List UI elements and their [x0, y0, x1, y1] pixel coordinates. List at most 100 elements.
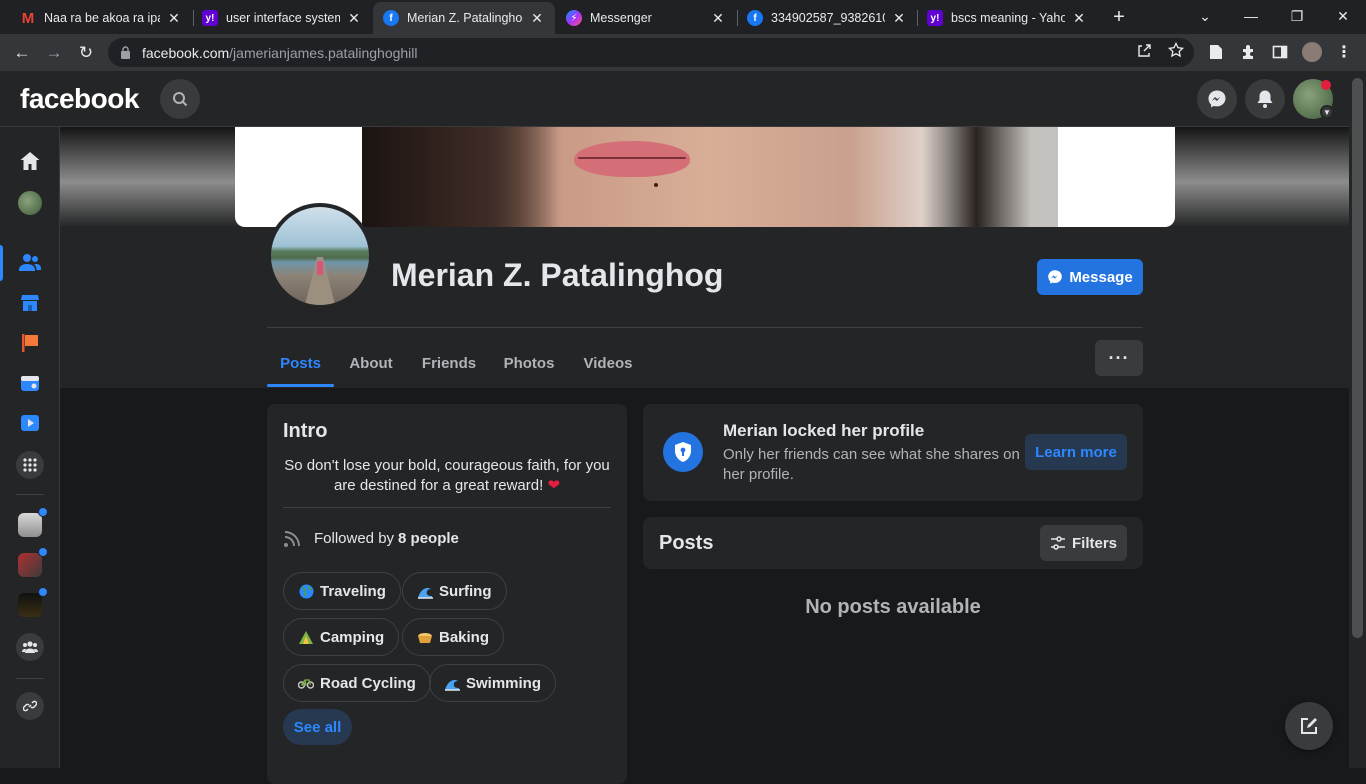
cover-photo-lips: [574, 141, 690, 177]
hobby-chip[interactable]: Road Cycling: [283, 664, 431, 702]
browser-menu-icon[interactable]: ⋮: [1334, 42, 1354, 62]
close-tab-icon[interactable]: ✕: [891, 10, 907, 26]
browser-tab-bar: M Naa ra be akoa ra ipas ✕ y! user inter…: [0, 0, 1366, 34]
notification-dot: [1321, 80, 1331, 90]
see-all-button[interactable]: See all: [283, 709, 352, 745]
profile-header: Merian Z. Patalinghog Message Posts Abou…: [60, 127, 1349, 388]
share-icon[interactable]: [1136, 42, 1152, 62]
facebook-header: facebook ▼: [0, 71, 1366, 127]
close-tab-icon[interactable]: ✕: [346, 10, 362, 26]
close-tab-icon[interactable]: ✕: [529, 10, 545, 26]
back-icon[interactable]: ←: [8, 39, 36, 67]
profile-avatar-icon[interactable]: [1302, 42, 1322, 62]
close-tab-icon[interactable]: ✕: [166, 10, 182, 26]
filters-icon: [1050, 536, 1065, 550]
reading-list-icon[interactable]: [1206, 42, 1226, 62]
tab-title: user interface system: [226, 11, 340, 25]
forward-icon[interactable]: →: [40, 39, 68, 67]
active-tab-underline: [267, 384, 334, 387]
yahoo-icon: y!: [927, 10, 943, 26]
cover-photo[interactable]: [235, 127, 1175, 227]
scrollbar-thumb[interactable]: [1352, 78, 1363, 638]
filters-button[interactable]: Filters: [1040, 525, 1127, 561]
bookmark-star-icon[interactable]: [1167, 41, 1185, 62]
rss-follow-icon: [284, 531, 300, 547]
group-shortcut[interactable]: [18, 593, 42, 617]
browser-toolbar: ← → ↻ facebook.com/jamerianjames.patalin…: [0, 34, 1366, 71]
hobby-label: Camping: [320, 628, 385, 646]
marketplace-icon[interactable]: [16, 289, 44, 317]
address-bar[interactable]: facebook.com/jamerianjames.patalinghoghi…: [108, 38, 1194, 67]
tab-search-icon[interactable]: ⌄: [1182, 0, 1228, 32]
tab-friends[interactable]: Friends: [416, 339, 482, 387]
search-icon: [173, 92, 188, 107]
reload-icon[interactable]: ↻: [72, 39, 100, 67]
url-path: /jamerianjames.patalinghoghill: [229, 44, 418, 61]
hobby-label: Road Cycling: [320, 674, 416, 692]
pages-flag-icon[interactable]: [16, 329, 44, 357]
menu-grid-icon[interactable]: [16, 451, 44, 479]
friends-icon[interactable]: [16, 249, 44, 277]
followed-count[interactable]: 8 people: [398, 530, 459, 547]
heart-emoji: ❤: [547, 477, 561, 494]
search-button[interactable]: [160, 79, 200, 119]
message-button-label: Message: [1069, 268, 1133, 286]
group-shortcut[interactable]: [18, 513, 42, 537]
hobby-chip[interactable]: Camping: [283, 618, 400, 656]
group-shortcut[interactable]: [18, 553, 42, 577]
tab-about[interactable]: About: [340, 339, 402, 387]
more-options-button[interactable]: ···: [1095, 340, 1143, 376]
close-tab-icon[interactable]: ✕: [1071, 10, 1087, 26]
followed-prefix: Followed by: [314, 529, 395, 547]
restore-icon[interactable]: ❐: [1274, 0, 1320, 32]
profile-name: Merian Z. Patalinghog: [391, 257, 724, 293]
message-button[interactable]: Message: [1037, 259, 1143, 295]
chevron-down-icon[interactable]: ▼: [1320, 105, 1334, 119]
profile-shortcut-avatar[interactable]: [18, 191, 42, 215]
events-icon[interactable]: [16, 369, 44, 397]
yahoo-icon: y!: [202, 10, 218, 26]
watch-video-icon[interactable]: [16, 409, 44, 437]
tab-title: Naa ra be akoa ra ipas: [44, 11, 160, 25]
new-tab-icon[interactable]: +: [1108, 6, 1130, 28]
link-icon[interactable]: [16, 692, 44, 720]
notifications-button[interactable]: [1245, 79, 1285, 119]
close-window-icon[interactable]: ✕: [1320, 0, 1366, 32]
close-tab-icon[interactable]: ✕: [710, 10, 726, 26]
home-icon[interactable]: [16, 147, 44, 175]
hobby-chip[interactable]: Traveling: [283, 572, 401, 610]
facebook-icon: f: [747, 10, 763, 26]
globe-icon: [298, 583, 314, 599]
tab-videos[interactable]: Videos: [576, 339, 640, 387]
browser-tab[interactable]: y! user interface system ✕: [192, 2, 372, 34]
wave-icon: [417, 583, 433, 599]
hobby-label: Baking: [439, 628, 490, 646]
minimize-icon[interactable]: —: [1228, 0, 1274, 32]
lock-icon: [120, 45, 132, 60]
active-indicator: [0, 245, 3, 281]
facebook-icon: f: [383, 10, 399, 26]
browser-tab-active[interactable]: f Merian Z. Patalinghog ✕: [373, 2, 555, 34]
profile-picture[interactable]: [271, 207, 369, 305]
hobby-chip[interactable]: Surfing: [402, 572, 507, 610]
tab-title: Messenger: [590, 11, 652, 25]
browser-tab[interactable]: y! bscs meaning - Yahoo ✕: [917, 2, 1097, 34]
hobby-chip[interactable]: Swimming: [429, 664, 557, 702]
bicycle-icon: [298, 675, 314, 691]
browser-tab[interactable]: M Naa ra be akoa ra ipas ✕: [10, 2, 192, 34]
intro-title: Intro: [283, 420, 328, 442]
extensions-icon[interactable]: [1238, 42, 1258, 62]
groups-icon[interactable]: [16, 633, 44, 661]
tent-icon: [298, 629, 314, 645]
messenger-icon: [1048, 270, 1063, 284]
hobby-chip[interactable]: Baking: [402, 618, 505, 656]
messenger-button[interactable]: [1197, 79, 1237, 119]
facebook-logo[interactable]: facebook: [20, 83, 139, 115]
tab-posts[interactable]: Posts: [267, 339, 334, 387]
learn-more-button[interactable]: Learn more: [1025, 434, 1127, 470]
side-panel-icon[interactable]: [1270, 42, 1290, 62]
tab-photos[interactable]: Photos: [496, 339, 562, 387]
browser-tab[interactable]: f 334902587_93826107 ✕: [737, 2, 917, 34]
browser-tab[interactable]: ⚡ Messenger ✕: [556, 2, 736, 34]
new-message-button[interactable]: [1285, 702, 1333, 750]
